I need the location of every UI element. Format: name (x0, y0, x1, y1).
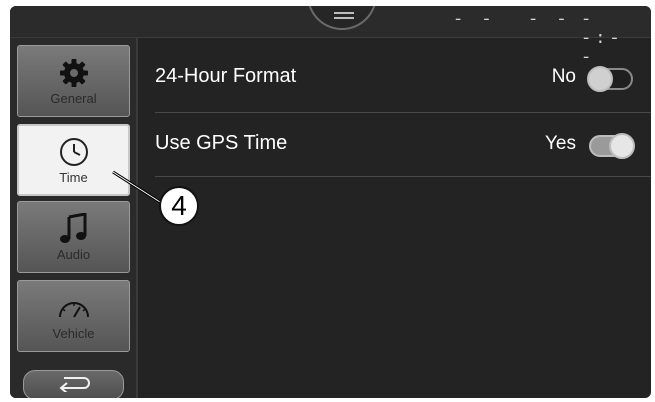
clock-icon (56, 136, 92, 168)
display-screen: - - - - - -:- - General Time Audio Vehic… (10, 6, 651, 398)
sidebar-item-general[interactable]: General (17, 45, 130, 117)
sidebar-item-audio[interactable]: Audio (17, 201, 130, 273)
setting-value: Yes (545, 133, 576, 154)
back-arrow-icon (54, 374, 94, 397)
gear-icon (56, 57, 92, 89)
sidebar-item-time[interactable]: Time (17, 124, 130, 196)
sidebar-item-label: Audio (56, 246, 91, 262)
toggle-knob (587, 66, 613, 92)
status-bar: - - - - - -:- - (10, 6, 651, 68)
status-placeholder-1: - - (453, 11, 496, 30)
setting-row-use-gps-time[interactable]: Use GPS Time Yes (140, 112, 651, 178)
back-button[interactable] (23, 370, 124, 398)
setting-label: Use GPS Time (155, 132, 288, 154)
setting-label: 24-Hour Format (155, 65, 297, 87)
setting-row-24-hour-format[interactable]: 24-Hour Format No (140, 45, 651, 111)
sidebar-item-vehicle[interactable]: Vehicle (17, 280, 130, 352)
row-divider (155, 176, 651, 177)
grip-line-icon (334, 12, 354, 14)
gauge-icon (56, 292, 92, 324)
sidebar-item-label: General (50, 90, 97, 106)
24-hour-format-toggle[interactable] (587, 66, 633, 92)
grip-line-icon (334, 17, 354, 19)
toggle-knob (609, 133, 635, 159)
music-note-icon (56, 212, 92, 245)
pull-down-tab[interactable] (307, 6, 377, 30)
use-gps-time-toggle[interactable] (589, 133, 635, 159)
settings-sidebar: General Time Audio Vehicle (10, 38, 138, 398)
status-placeholder-2: - - (528, 11, 571, 30)
setting-value: No (551, 66, 576, 87)
time-settings-panel: 24-Hour Format No Use GPS Time Yes (140, 38, 651, 398)
sidebar-item-label: Time (59, 169, 88, 185)
sidebar-item-label: Vehicle (52, 325, 95, 341)
callout-number-badge: 4 (159, 186, 199, 226)
